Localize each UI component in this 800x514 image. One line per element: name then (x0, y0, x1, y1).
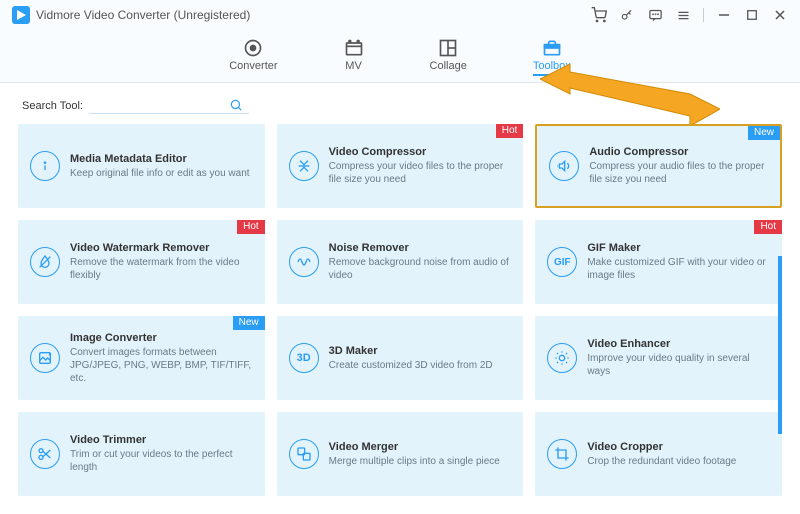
tab-label: Collage (430, 60, 467, 74)
tab-label: MV (345, 60, 362, 74)
card-media-metadata-editor[interactable]: Media Metadata Editor Keep original file… (18, 124, 265, 208)
card-desc: Keep original file info or edit as you w… (70, 167, 250, 180)
crop-icon (547, 439, 577, 469)
titlebar: Vidmore Video Converter (Unregistered) (0, 0, 800, 30)
app-logo-icon (12, 6, 30, 24)
converter-icon (243, 38, 263, 58)
card-video-watermark-remover[interactable]: Hot Video Watermark Remover Remove the w… (18, 220, 265, 304)
feedback-icon[interactable] (647, 7, 663, 23)
tab-mv[interactable]: MV (340, 36, 368, 78)
tab-label: Converter (229, 60, 277, 74)
card-video-cropper[interactable]: Video Cropper Crop the redundant video f… (535, 412, 782, 496)
card-audio-compressor[interactable]: New Audio Compressor Compress your audio… (535, 124, 782, 208)
card-title: Noise Remover (329, 242, 512, 254)
card-desc: Convert images formats between JPG/JPEG,… (70, 346, 253, 385)
collage-icon (438, 38, 458, 58)
card-image-converter[interactable]: New Image Converter Convert images forma… (18, 316, 265, 400)
maximize-icon[interactable] (744, 7, 760, 23)
3d-icon: 3D (289, 343, 319, 373)
merge-icon (289, 439, 319, 469)
tab-label: Toolbox (533, 60, 571, 76)
card-title: Video Merger (329, 441, 500, 453)
info-icon (30, 151, 60, 181)
scissors-icon (30, 439, 60, 469)
cart-icon[interactable] (591, 7, 607, 23)
card-desc: Compress your video files to the proper … (329, 160, 512, 186)
card-noise-remover[interactable]: Noise Remover Remove background noise fr… (277, 220, 524, 304)
audio-icon (549, 151, 579, 181)
menu-icon[interactable] (675, 7, 691, 23)
image-convert-icon (30, 343, 60, 373)
water-icon (30, 247, 60, 277)
card-desc: Merge multiple clips into a single piece (329, 455, 500, 468)
card-desc: Improve your video quality in several wa… (587, 352, 770, 378)
card-desc: Crop the redundant video footage (587, 455, 736, 468)
search-icon[interactable] (229, 98, 243, 112)
search-input[interactable] (89, 97, 229, 113)
tools-grid: Media Metadata Editor Keep original file… (0, 124, 800, 508)
toolbox-icon (542, 38, 562, 58)
card-gif-maker[interactable]: Hot GIF GIF Maker Make customized GIF wi… (535, 220, 782, 304)
badge-new: New (233, 316, 265, 330)
tab-toolbox[interactable]: Toolbox (529, 36, 575, 78)
card-desc: Trim or cut your videos to the perfect l… (70, 448, 253, 474)
card-3d-maker[interactable]: 3D 3D Maker Create customized 3D video f… (277, 316, 524, 400)
card-title: Video Compressor (329, 146, 512, 158)
badge-hot: Hot (754, 220, 782, 234)
card-desc: Create customized 3D video from 2D (329, 359, 493, 372)
card-title: Video Cropper (587, 441, 736, 453)
card-title: Video Watermark Remover (70, 242, 253, 254)
card-title: Audio Compressor (589, 146, 768, 158)
card-desc: Compress your audio files to the proper … (589, 160, 768, 186)
card-desc: Remove background noise from audio of vi… (329, 256, 512, 282)
card-video-compressor[interactable]: Hot Video Compressor Compress your video… (277, 124, 524, 208)
enhance-icon (547, 343, 577, 373)
search-input-wrap (89, 97, 249, 114)
app-title: Vidmore Video Converter (Unregistered) (36, 8, 250, 22)
tab-collage[interactable]: Collage (426, 36, 471, 78)
card-title: Video Enhancer (587, 338, 770, 350)
badge-hot: Hot (237, 220, 265, 234)
card-title: Media Metadata Editor (70, 153, 250, 165)
card-video-enhancer[interactable]: Video Enhancer Improve your video qualit… (535, 316, 782, 400)
mv-icon (344, 38, 364, 58)
card-title: Video Trimmer (70, 434, 253, 446)
titlebar-right (591, 7, 788, 23)
card-desc: Remove the watermark from the video flex… (70, 256, 253, 282)
searchbar: Search Tool: (0, 83, 800, 124)
tabbar: Converter MV Collage Toolbox (0, 30, 800, 83)
compress-icon (289, 151, 319, 181)
close-icon[interactable] (772, 7, 788, 23)
badge-new: New (748, 126, 780, 140)
card-title: Image Converter (70, 332, 253, 344)
card-video-trimmer[interactable]: Video Trimmer Trim or cut your videos to… (18, 412, 265, 496)
badge-hot: Hot (496, 124, 524, 138)
card-video-merger[interactable]: Video Merger Merge multiple clips into a… (277, 412, 524, 496)
key-icon[interactable] (619, 7, 635, 23)
tab-converter[interactable]: Converter (225, 36, 281, 78)
card-title: 3D Maker (329, 345, 493, 357)
search-label: Search Tool: (22, 100, 83, 112)
wave-icon (289, 247, 319, 277)
minimize-icon[interactable] (716, 7, 732, 23)
gif-icon: GIF (547, 247, 577, 277)
card-desc: Make customized GIF with your video or i… (587, 256, 770, 282)
titlebar-left: Vidmore Video Converter (Unregistered) (12, 6, 250, 24)
separator (703, 8, 704, 22)
scrollbar-indicator[interactable] (778, 256, 782, 434)
card-title: GIF Maker (587, 242, 770, 254)
